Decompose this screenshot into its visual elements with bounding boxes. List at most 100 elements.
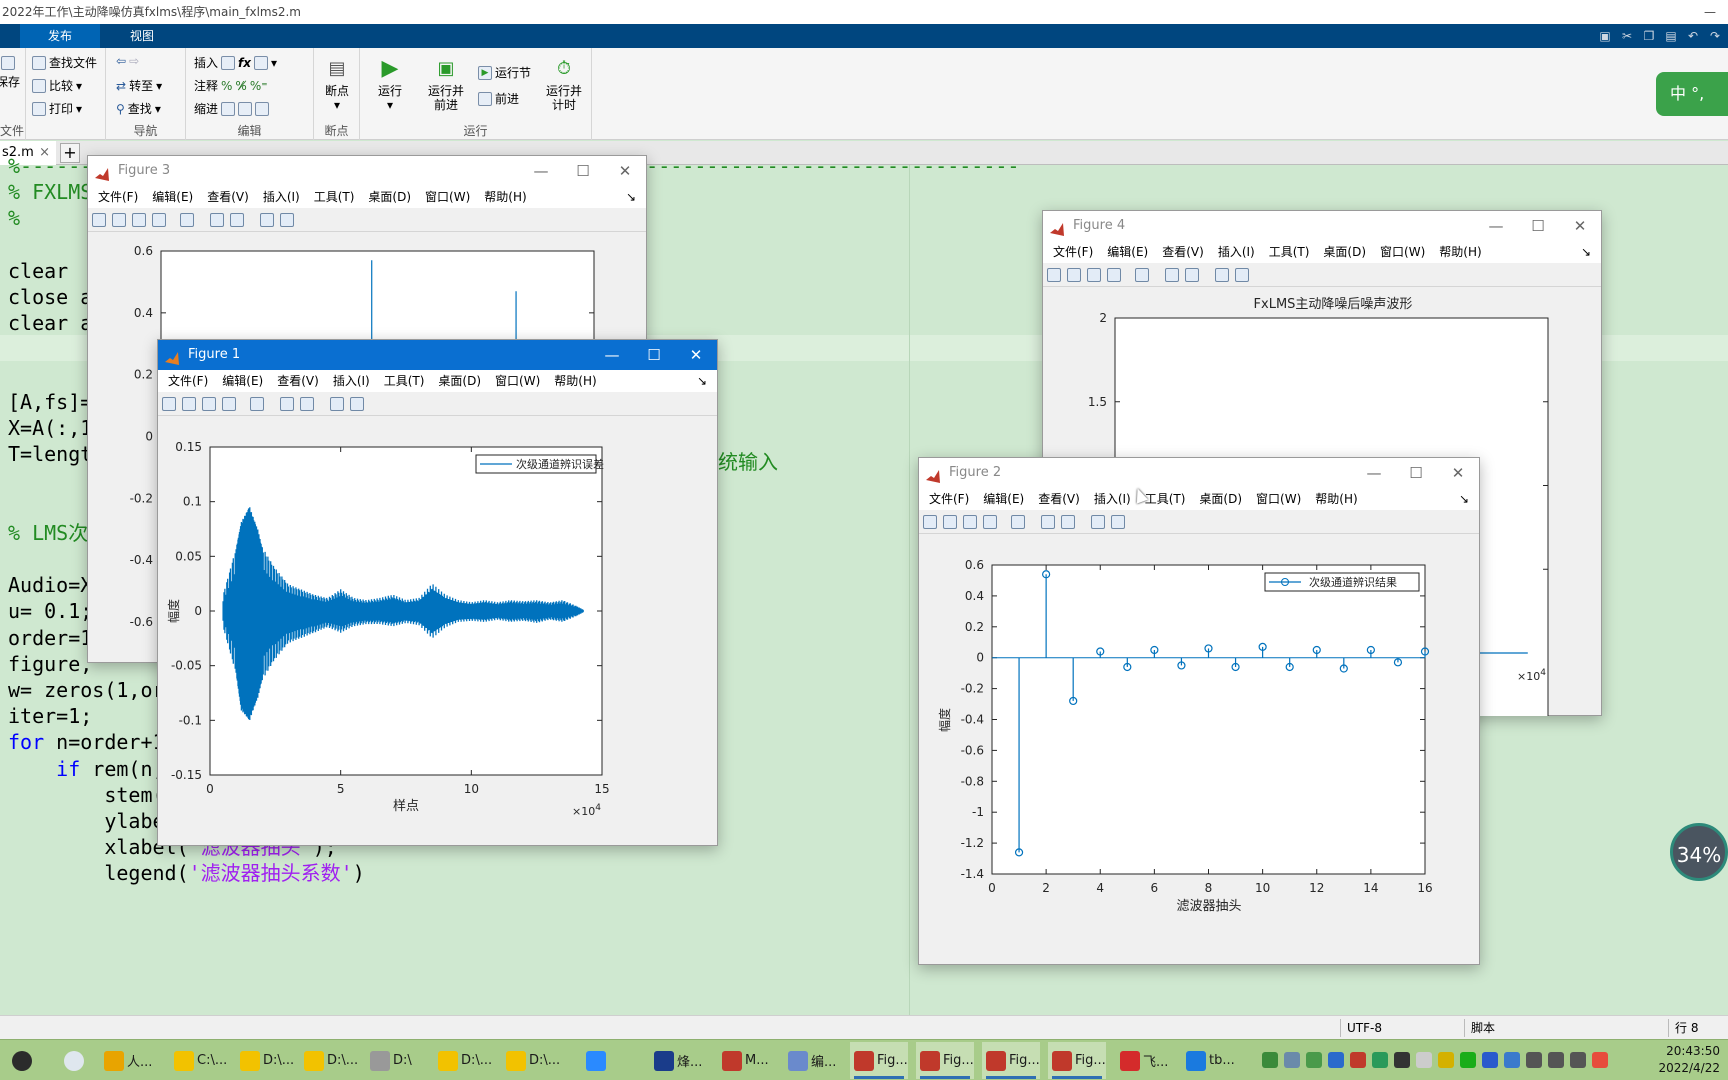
start-button[interactable] [8,1042,32,1079]
menu-edit[interactable]: 编辑(E) [983,492,1024,506]
new-figure-icon[interactable] [162,397,176,411]
vpn-icon[interactable] [1504,1052,1520,1068]
dock-arrow-icon[interactable]: ↘ [697,370,707,392]
taskbar-app-button[interactable]: 飞... [1116,1042,1168,1079]
link-icon[interactable] [1011,515,1025,529]
pointer-icon[interactable] [260,213,274,227]
undo-icon[interactable]: ↶ [1684,27,1702,45]
menu-edit[interactable]: 编辑(E) [1107,245,1148,259]
close-icon[interactable]: ✕ [675,340,717,370]
minimize-icon[interactable]: — [591,340,633,370]
link-icon[interactable] [250,397,264,411]
usb-icon[interactable] [1284,1052,1300,1068]
legend-icon[interactable] [1185,268,1199,282]
figure-1-window[interactable]: Figure 1 — ☐ ✕ 文件(F) 编辑(E) 查看(V) 插入(I) 工具(T) 桌面… [157,339,718,846]
taskbar-app-button[interactable]: C:\... [170,1042,227,1079]
menu-view[interactable]: 查看(V) [1038,492,1080,506]
percent-icon[interactable]: % [221,79,232,93]
menu-insert[interactable]: 插入(I) [1218,245,1255,259]
taskbar-app-button[interactable]: 人... [100,1042,152,1079]
taskbar-app-button[interactable]: Fig... [982,1042,1040,1079]
menu-edit[interactable]: 编辑(E) [222,374,263,388]
maximize-icon[interactable]: ☐ [562,156,604,186]
sogou-icon[interactable] [1592,1052,1608,1068]
save-icon[interactable] [1087,268,1101,282]
property-inspector-icon[interactable] [1235,268,1249,282]
task-view-button[interactable] [60,1042,84,1079]
menu-view[interactable]: 查看(V) [1162,245,1204,259]
save-icon[interactable] [202,397,216,411]
taskbar-app-button[interactable]: Fig... [1048,1042,1106,1079]
print-icon[interactable] [1107,268,1121,282]
run-and-time-button[interactable]: ⏱ 运行并 计时 [544,56,584,112]
insert-button[interactable]: 插入 fx ▾ [194,54,277,71]
outdent-icon[interactable] [255,101,270,116]
maximize-icon[interactable]: ☐ [1517,211,1559,241]
menu-window[interactable]: 窗口(W) [425,190,470,204]
menu-tools[interactable]: 工具(T) [384,374,425,388]
colorbar-icon[interactable] [1041,515,1055,529]
taskbar-app-button[interactable] [582,1042,606,1079]
taskbar-app-button[interactable]: 编... [784,1042,836,1079]
wrap-comment-icon[interactable]: %⁼ [250,79,268,93]
clipboard-icon[interactable] [1416,1052,1432,1068]
taskbar-app-button[interactable]: D:\... [434,1042,492,1079]
cpu-usage-widget[interactable]: 34% [1670,823,1728,881]
back-forward-buttons[interactable]: ⇦ ⇨ [116,54,139,68]
menu-window[interactable]: 窗口(W) [495,374,540,388]
shield-icon[interactable] [1482,1052,1498,1068]
taskbar-app-button[interactable]: tb... [1182,1042,1235,1079]
link-icon[interactable] [1135,268,1149,282]
minimize-icon[interactable]: — [520,156,562,186]
menu-file[interactable]: 文件(F) [168,374,208,388]
indent-icon[interactable] [238,101,253,116]
menu-insert[interactable]: 插入(I) [1094,492,1131,506]
security-icon[interactable] [1350,1052,1366,1068]
property-inspector-icon[interactable] [280,213,294,227]
find-button[interactable]: ⚲ 查找 ▾ [116,100,161,117]
menu-help[interactable]: 帮助(H) [1315,492,1357,506]
menu-file[interactable]: 文件(F) [1053,245,1093,259]
close-icon[interactable]: ✕ [1559,211,1601,241]
advance-button[interactable]: 前进 [478,90,519,107]
smart-indent-icon[interactable] [221,101,236,116]
menu-desktop[interactable]: 桌面(D) [1199,492,1242,506]
minimize-icon[interactable]: — [1475,211,1517,241]
clock[interactable]: 20:43:50 2022/4/22 [1658,1043,1720,1077]
dock-arrow-icon[interactable]: ↘ [626,186,636,208]
legend-icon[interactable] [230,213,244,227]
menu-file[interactable]: 文件(F) [98,190,138,204]
close-icon[interactable]: ✕ [1437,458,1479,488]
taskbar-app-button[interactable]: 烽... [650,1042,702,1079]
property-inspector-icon[interactable] [350,397,364,411]
legend-icon[interactable] [300,397,314,411]
battery-icon[interactable] [1262,1052,1278,1068]
bluetooth-icon[interactable] [1328,1052,1344,1068]
find-files-button[interactable]: 查找文件 [32,54,97,71]
maximize-icon[interactable]: ☐ [1395,458,1437,488]
save-button[interactable]: 保存 [0,56,20,90]
menu-help[interactable]: 帮助(H) [1439,245,1481,259]
cloud-sync-icon[interactable] [1372,1052,1388,1068]
colorbar-icon[interactable] [280,397,294,411]
menu-edit[interactable]: 编辑(E) [152,190,193,204]
pointer-icon[interactable] [330,397,344,411]
open-icon[interactable] [1067,268,1081,282]
tab-publish[interactable]: 发布 [20,24,100,48]
maximize-icon[interactable]: ☐ [633,340,675,370]
redo-icon[interactable]: ↷ [1706,27,1724,45]
colorbar-icon[interactable] [210,213,224,227]
dock-arrow-icon[interactable]: ↘ [1459,488,1469,510]
menu-window[interactable]: 窗口(W) [1380,245,1425,259]
close-icon[interactable]: ✕ [604,156,646,186]
pointer-icon[interactable] [1215,268,1229,282]
taskbar-app-button[interactable]: D:\... [502,1042,560,1079]
open-icon[interactable] [112,213,126,227]
menu-insert[interactable]: 插入(I) [263,190,300,204]
open-icon[interactable] [943,515,957,529]
uncomment-icon[interactable]: %̸ [235,79,246,93]
cut-icon[interactable]: ✂ [1618,27,1636,45]
save-icon[interactable] [132,213,146,227]
print-button[interactable]: 打印 ▾ [32,100,82,117]
property-inspector-icon[interactable] [1111,515,1125,529]
